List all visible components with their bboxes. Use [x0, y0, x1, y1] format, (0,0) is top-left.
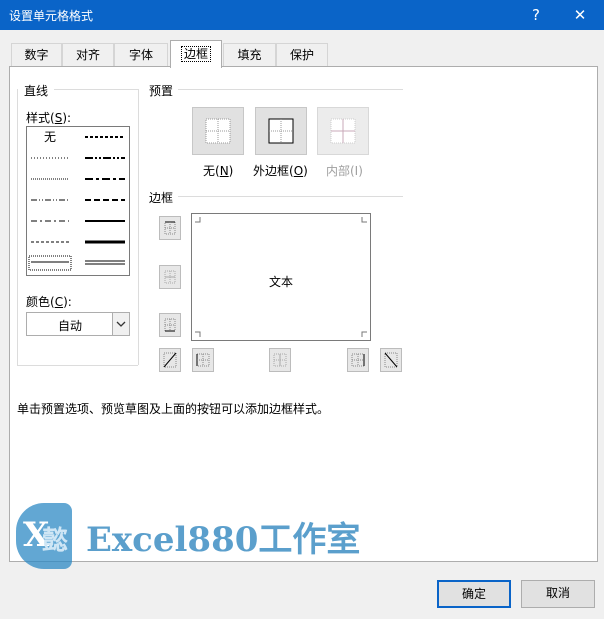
- watermark: X 懿 Excel880工作室: [16, 503, 376, 569]
- border-diagonal-down-button[interactable]: [380, 348, 402, 372]
- help-button[interactable]: ?: [514, 0, 558, 30]
- border-left-button[interactable]: [192, 348, 214, 372]
- border-inside-horizontal-button[interactable]: [159, 265, 181, 289]
- border-bottom-button[interactable]: [159, 313, 181, 337]
- presets-group-label: 预置: [149, 84, 174, 98]
- preset-none-button[interactable]: [192, 107, 244, 155]
- preset-outline-label: 外边框(O): [253, 164, 308, 178]
- line-group-right-edge: [138, 89, 139, 365]
- line-group-label: 直线: [24, 84, 49, 98]
- line-group-divider: [54, 89, 138, 90]
- presets-group-divider: [178, 89, 403, 90]
- border-top-button[interactable]: [159, 216, 181, 240]
- style-label: 样式(S):: [26, 111, 72, 125]
- watermark-logo-char: 懿: [42, 526, 69, 556]
- ok-button[interactable]: 确定: [437, 580, 511, 608]
- border-diagonal-down-icon: [384, 352, 398, 368]
- line-style-selected-frame: [28, 255, 72, 271]
- border-right-icon: [351, 353, 365, 367]
- border-inside-vertical-button[interactable]: [269, 348, 291, 372]
- border-inside-vertical-icon: [273, 353, 287, 367]
- preset-none-icon: [205, 118, 231, 144]
- border-left-icon: [196, 353, 210, 367]
- preset-none-label: 无(N): [203, 164, 234, 178]
- window-title: 设置单元格格式: [9, 9, 94, 23]
- preset-inside-label: 内部(I): [326, 164, 363, 178]
- preset-inside-icon: [330, 118, 356, 144]
- border-diagonal-up-button[interactable]: [159, 348, 181, 372]
- border-right-button[interactable]: [347, 348, 369, 372]
- color-dropdown[interactable]: 自动: [26, 312, 130, 336]
- hint-text: 单击预置选项、预览草图及上面的按钮可以添加边框样式。: [17, 402, 330, 416]
- border-group-divider: [178, 196, 403, 197]
- line-group-bottom-edge: [17, 365, 138, 366]
- tab-alignment[interactable]: 对齐: [62, 43, 114, 67]
- color-label: 颜色(C):: [26, 295, 72, 309]
- border-inside-horizontal-icon: [164, 270, 176, 284]
- chevron-down-icon[interactable]: [112, 313, 129, 335]
- line-group-left-edge: [17, 89, 18, 365]
- cancel-button[interactable]: 取消: [521, 580, 595, 608]
- line-style-none: 无: [44, 130, 56, 144]
- tab-border[interactable]: 边框: [170, 40, 222, 68]
- preset-inside-button[interactable]: [317, 107, 369, 155]
- tab-protection[interactable]: 保护: [276, 43, 328, 67]
- border-top-icon: [164, 221, 176, 235]
- line-style-swatches: 无: [28, 130, 125, 271]
- watermark-text: Excel880工作室: [86, 520, 361, 560]
- close-button[interactable]: ✕: [558, 0, 602, 30]
- border-bottom-icon: [164, 318, 176, 332]
- border-tab-panel: 直线 样式(S): 无 颜色(C): 自动 预置 无(N) 外边框(O) 内部(…: [9, 66, 598, 562]
- tab-fill[interactable]: 填充: [223, 43, 276, 67]
- preset-outline-button[interactable]: [255, 107, 307, 155]
- border-group-label: 边框: [149, 191, 174, 205]
- title-bar: 设置单元格格式 ? ✕: [0, 0, 604, 30]
- tab-font[interactable]: 字体: [114, 43, 168, 67]
- preview-text: 文本: [268, 275, 293, 289]
- color-value: 自动: [57, 319, 82, 333]
- tab-number[interactable]: 数字: [11, 43, 62, 67]
- line-style-list[interactable]: 无: [26, 126, 130, 276]
- preset-outline-icon: [268, 118, 294, 144]
- border-preview[interactable]: 文本: [191, 213, 371, 341]
- border-diagonal-up-icon: [163, 352, 177, 368]
